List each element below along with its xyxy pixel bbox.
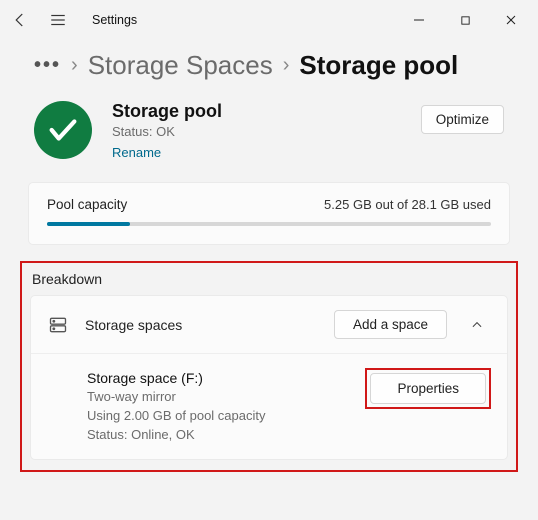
breadcrumb-current: Storage pool xyxy=(299,50,458,81)
minimize-icon[interactable] xyxy=(396,6,442,34)
capacity-progress xyxy=(47,222,491,226)
breadcrumb-parent[interactable]: Storage Spaces xyxy=(88,50,273,81)
space-usage: Using 2.00 GB of pool capacity xyxy=(87,407,349,426)
rename-link[interactable]: Rename xyxy=(112,145,421,160)
back-icon[interactable] xyxy=(10,10,30,30)
storage-spaces-row[interactable]: Storage spaces Add a space xyxy=(31,296,507,354)
chevron-right-icon: › xyxy=(71,54,78,77)
capacity-card: Pool capacity 5.25 GB out of 28.1 GB use… xyxy=(28,182,510,245)
properties-button[interactable]: Properties xyxy=(370,373,486,404)
disk-icon xyxy=(47,314,69,336)
titlebar: Settings xyxy=(0,0,538,40)
capacity-used: 5.25 GB out of 28.1 GB used xyxy=(324,197,491,212)
optimize-button[interactable]: Optimize xyxy=(421,105,504,134)
maximize-icon[interactable] xyxy=(442,6,488,34)
status-ok-icon xyxy=(34,101,92,159)
capacity-label: Pool capacity xyxy=(47,197,127,212)
pool-header: Storage pool Status: OK Rename Optimize xyxy=(0,95,538,174)
breakdown-title: Breakdown xyxy=(32,271,508,287)
close-icon[interactable] xyxy=(488,6,534,34)
storage-space-item: Storage space (F:) Two-way mirror Using … xyxy=(31,354,507,459)
breadcrumb-overflow-icon[interactable]: ••• xyxy=(34,54,61,77)
pool-status: Status: OK xyxy=(112,124,421,139)
space-type: Two-way mirror xyxy=(87,388,349,407)
app-title: Settings xyxy=(92,13,137,27)
storage-spaces-label: Storage spaces xyxy=(85,317,318,333)
menu-icon[interactable] xyxy=(48,10,68,30)
chevron-right-icon: › xyxy=(283,54,290,77)
add-space-button[interactable]: Add a space xyxy=(334,310,447,339)
chevron-up-icon[interactable] xyxy=(463,318,491,332)
breakdown-section: Breakdown Storage spaces Add a space Sto… xyxy=(20,261,518,472)
pool-title: Storage pool xyxy=(112,101,421,122)
properties-highlight: Properties xyxy=(365,368,491,409)
space-status: Status: Online, OK xyxy=(87,426,349,445)
capacity-progress-fill xyxy=(47,222,130,226)
space-name: Storage space (F:) xyxy=(87,368,349,388)
breadcrumb: ••• › Storage Spaces › Storage pool xyxy=(0,40,538,95)
